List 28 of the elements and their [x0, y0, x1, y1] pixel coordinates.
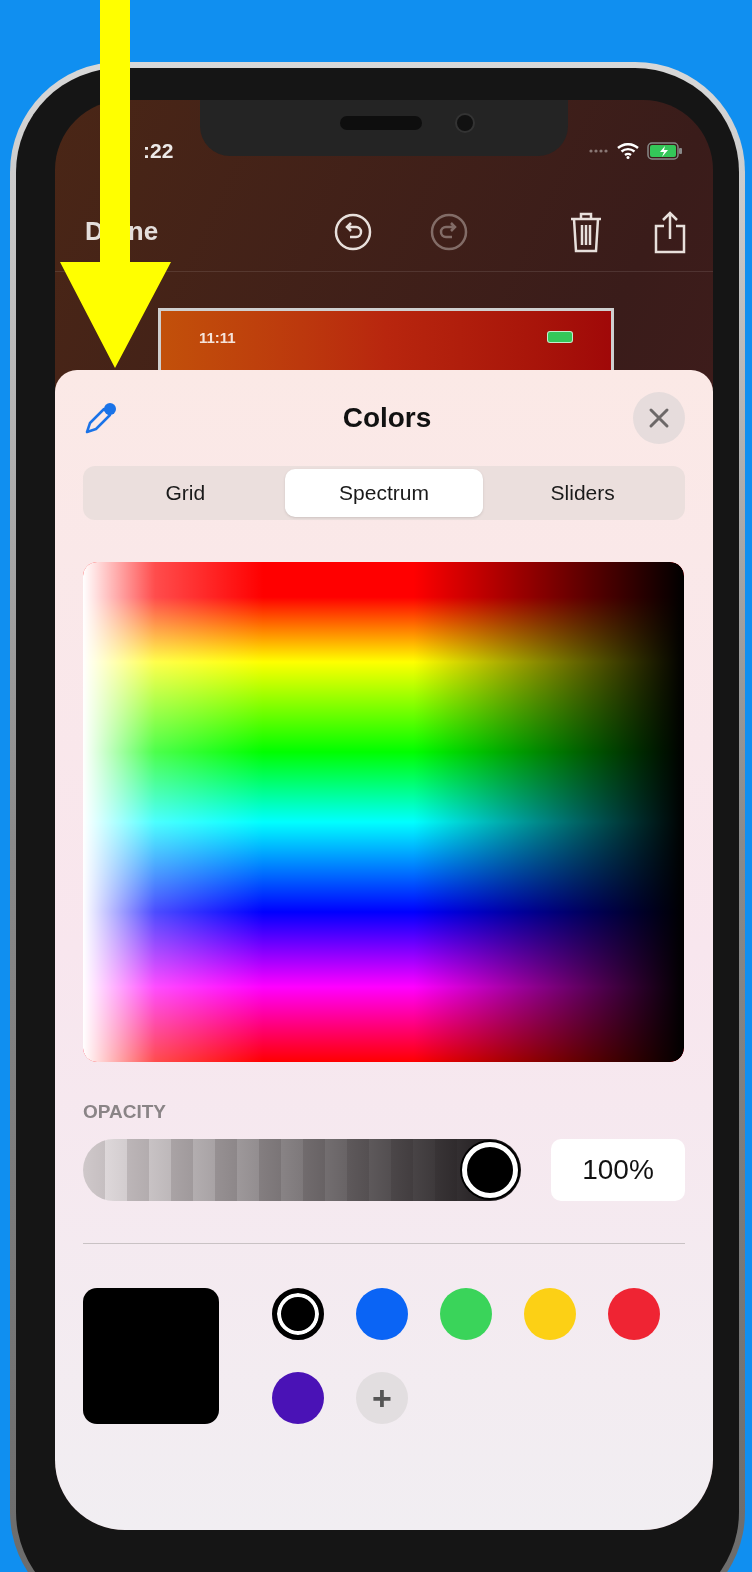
segment-tab[interactable]: Spectrum [284, 469, 484, 517]
opacity-label: OPACITY [83, 1100, 168, 1124]
battery-icon [547, 331, 573, 343]
eyedropper-icon[interactable] [83, 400, 119, 436]
color-swatch[interactable] [524, 1287, 576, 1340]
trash-icon[interactable] [569, 210, 603, 253]
wifi-icon [617, 143, 639, 159]
color-swatch[interactable] [608, 1287, 660, 1340]
color-swatch[interactable] [356, 1287, 408, 1340]
slider-thumb[interactable] [462, 1141, 518, 1198]
done-label[interactable]: ne [127, 212, 159, 251]
color-swatch[interactable] [440, 1287, 492, 1340]
opacity-value-field[interactable]: 100% [551, 1138, 685, 1201]
signal-icon [589, 149, 609, 153]
color-swatch[interactable] [272, 1287, 324, 1340]
segment-tab[interactable]: Sliders [483, 469, 682, 517]
battery-icon [647, 142, 683, 160]
preview-time: 11:11 [199, 328, 236, 348]
share-icon[interactable] [653, 209, 687, 254]
close-button[interactable] [633, 392, 685, 444]
color-spectrum[interactable] [83, 562, 684, 1062]
segment-tab[interactable]: Grid [86, 469, 285, 517]
status-time: :22 [143, 138, 174, 165]
close-icon [648, 407, 670, 429]
undo-icon[interactable] [333, 211, 373, 252]
color-swatch[interactable] [272, 1371, 324, 1424]
add-color-button[interactable]: + [356, 1371, 408, 1424]
sheet-title: Colors [342, 401, 432, 435]
